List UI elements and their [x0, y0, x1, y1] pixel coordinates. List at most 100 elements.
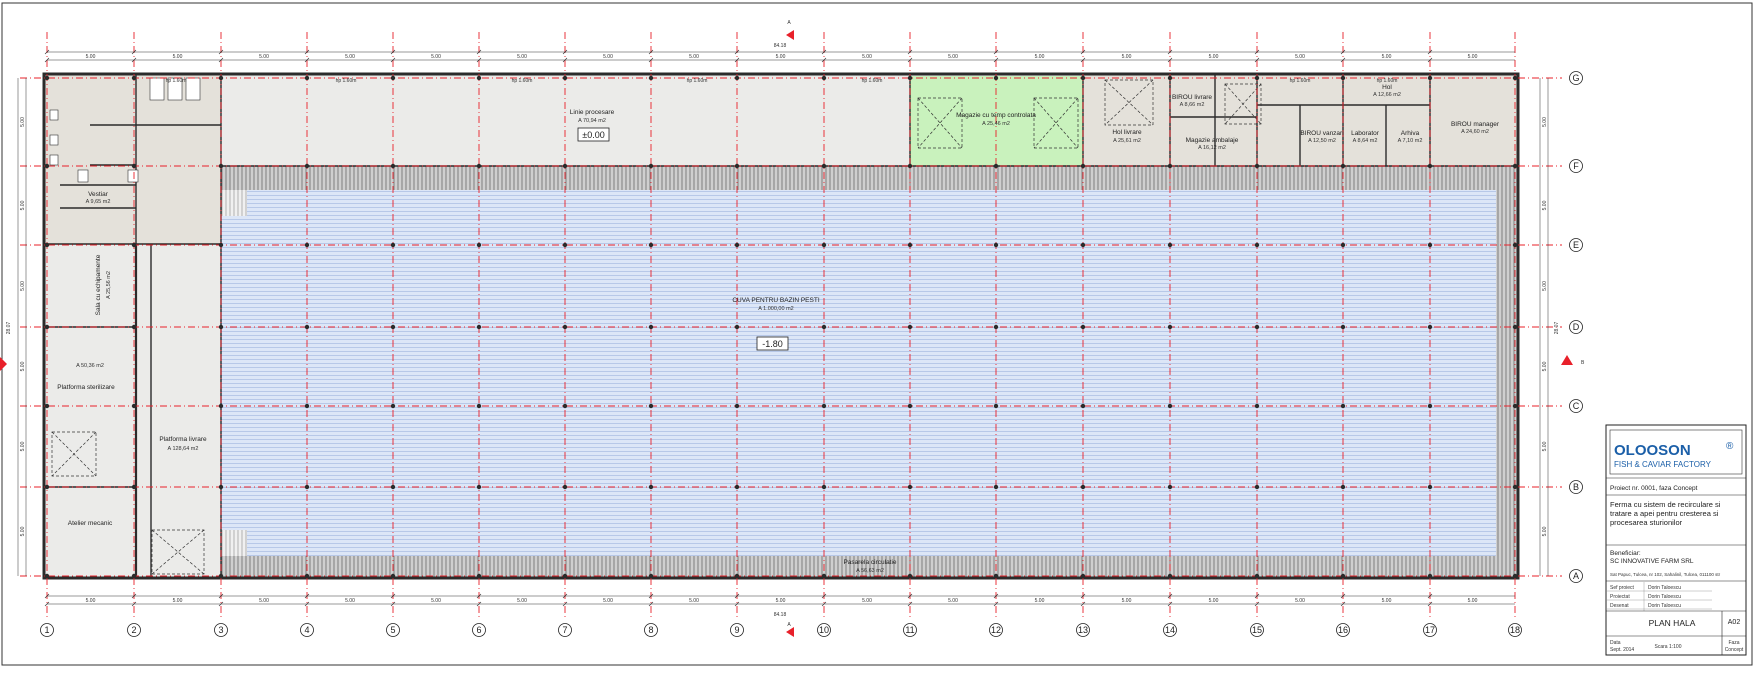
bay-dimension: 5.00: [1542, 526, 1548, 536]
bay-dimension: 5.00: [86, 598, 96, 604]
column-point: [562, 403, 568, 409]
bay-dimension: 5.00: [689, 598, 699, 604]
role-name: Dorin Taloescu: [1648, 603, 1681, 609]
column-point: [1427, 242, 1433, 248]
column-point: [1427, 573, 1433, 579]
column-point: [218, 324, 224, 330]
column-point: [907, 324, 913, 330]
bay-dimension: 5.00: [862, 54, 872, 60]
logo-sub: FISH & CAVIAR FACTORY: [1614, 460, 1712, 469]
hall-label: Hol: [1382, 84, 1392, 91]
bay-dimension: 5.00: [1542, 117, 1548, 127]
column-point: [1512, 484, 1518, 490]
column-point: [1167, 163, 1173, 169]
role-label: Desenat: [1610, 603, 1629, 609]
column-point: [44, 242, 50, 248]
bay-dimension: 5.00: [948, 54, 958, 60]
column-point: [1340, 403, 1346, 409]
column-point: [1427, 403, 1433, 409]
column-point: [1340, 75, 1346, 81]
column-point: [1167, 75, 1173, 81]
scale-value: Scara 1:100: [1655, 644, 1682, 650]
packaging-area: A 16,12 m2: [1198, 145, 1226, 151]
column-point: [390, 324, 396, 330]
column-point: [1254, 75, 1260, 81]
column-point: [562, 75, 568, 81]
column-point: [1080, 403, 1086, 409]
lab-area: A 8,64 m2: [1353, 138, 1378, 144]
column-point: [131, 163, 137, 169]
column-point: [1167, 573, 1173, 579]
bay-dimension: 5.00: [431, 54, 441, 60]
pool-stairs-top: [221, 190, 247, 216]
column-point: [1080, 324, 1086, 330]
bay-dimension: 5.00: [948, 598, 958, 604]
column-point: [1512, 324, 1518, 330]
axis-label-15: 15: [1252, 625, 1262, 635]
bay-dimension: 5.00: [1542, 441, 1548, 451]
total-length-top: 84.18: [774, 43, 787, 49]
tech-room-area: A 25,56 m2: [106, 271, 112, 299]
column-point: [648, 242, 654, 248]
axis-label-2: 2: [131, 625, 136, 635]
column-point: [648, 324, 654, 330]
column-point: [907, 163, 913, 169]
column-point: [648, 403, 654, 409]
bay-dimension: 5.00: [517, 598, 527, 604]
bay-dimension: 5.00: [603, 598, 613, 604]
column-point: [821, 573, 827, 579]
column-point: [1167, 484, 1173, 490]
bay-dimension: 5.00: [20, 117, 26, 127]
walkway-label: Pasarela circulatie: [843, 559, 896, 566]
column-point: [1340, 324, 1346, 330]
axis-label-1: 1: [44, 625, 49, 635]
column-point: [218, 242, 224, 248]
floor-plan-sheet: 5.00 5.00 5.00 5.00 5.00 5.00 5.00 5.00 5.00 5.00…: [0, 0, 1755, 668]
column-point: [821, 324, 827, 330]
title-block: OLOOSON ® FISH & CAVIAR FACTORY Proiect …: [1605, 424, 1747, 656]
column-point: [1254, 242, 1260, 248]
role-label: Sef proiect: [1610, 585, 1635, 591]
column-point: [44, 163, 50, 169]
bay-dimension: 5.00: [173, 598, 183, 604]
bay-dimension: 5.00: [1382, 598, 1392, 604]
column-point: [1167, 324, 1173, 330]
filtration-label: Platforma sterilizare: [57, 384, 115, 391]
section-label-right: B: [1581, 360, 1585, 366]
date-label: Data: [1610, 640, 1621, 646]
axis-label-12: 12: [991, 625, 1001, 635]
total-length-bottom: 84.18: [774, 612, 787, 618]
column-point: [304, 163, 310, 169]
beneficiary-address: Sat Papuc, Tulcea, nr 102, Sahalinil, Tu…: [1610, 572, 1721, 577]
column-point: [44, 75, 50, 81]
bay-dimension: 5.00: [20, 441, 26, 451]
column-point: [907, 484, 913, 490]
column-point: [131, 573, 137, 579]
bay-dimension: 5.00: [1295, 54, 1305, 60]
bay-dimension: 5.00: [1035, 54, 1045, 60]
column-point: [304, 324, 310, 330]
bay-dimension: 5.00: [345, 54, 355, 60]
column-point: [734, 75, 740, 81]
bay-dimension: 5.00: [20, 281, 26, 291]
axis-label-11: 11: [905, 625, 914, 635]
column-point: [562, 484, 568, 490]
axis-label-6: 6: [476, 625, 481, 635]
column-point: [1427, 75, 1433, 81]
bay-dimension: 5.00: [517, 54, 527, 60]
column-point: [993, 403, 999, 409]
column-point: [476, 573, 482, 579]
section-label-top: A: [787, 20, 791, 26]
bay-dimension: 5.00: [1542, 361, 1548, 371]
project-title-3: procesarea sturionilor: [1610, 518, 1683, 527]
column-point: [1254, 163, 1260, 169]
bay-dimension: 5.00: [1122, 598, 1132, 604]
bay-dimension: 5.00: [20, 200, 26, 210]
column-point: [1340, 484, 1346, 490]
column-point: [1254, 403, 1260, 409]
axis-label-16: 16: [1338, 625, 1348, 635]
bay-dimension: 5.00: [345, 598, 355, 604]
bay-dimension: 5.00: [1122, 54, 1132, 60]
bay-dimension: 5.00: [86, 54, 96, 60]
hp-label-2: hp 1.60m: [512, 78, 533, 84]
